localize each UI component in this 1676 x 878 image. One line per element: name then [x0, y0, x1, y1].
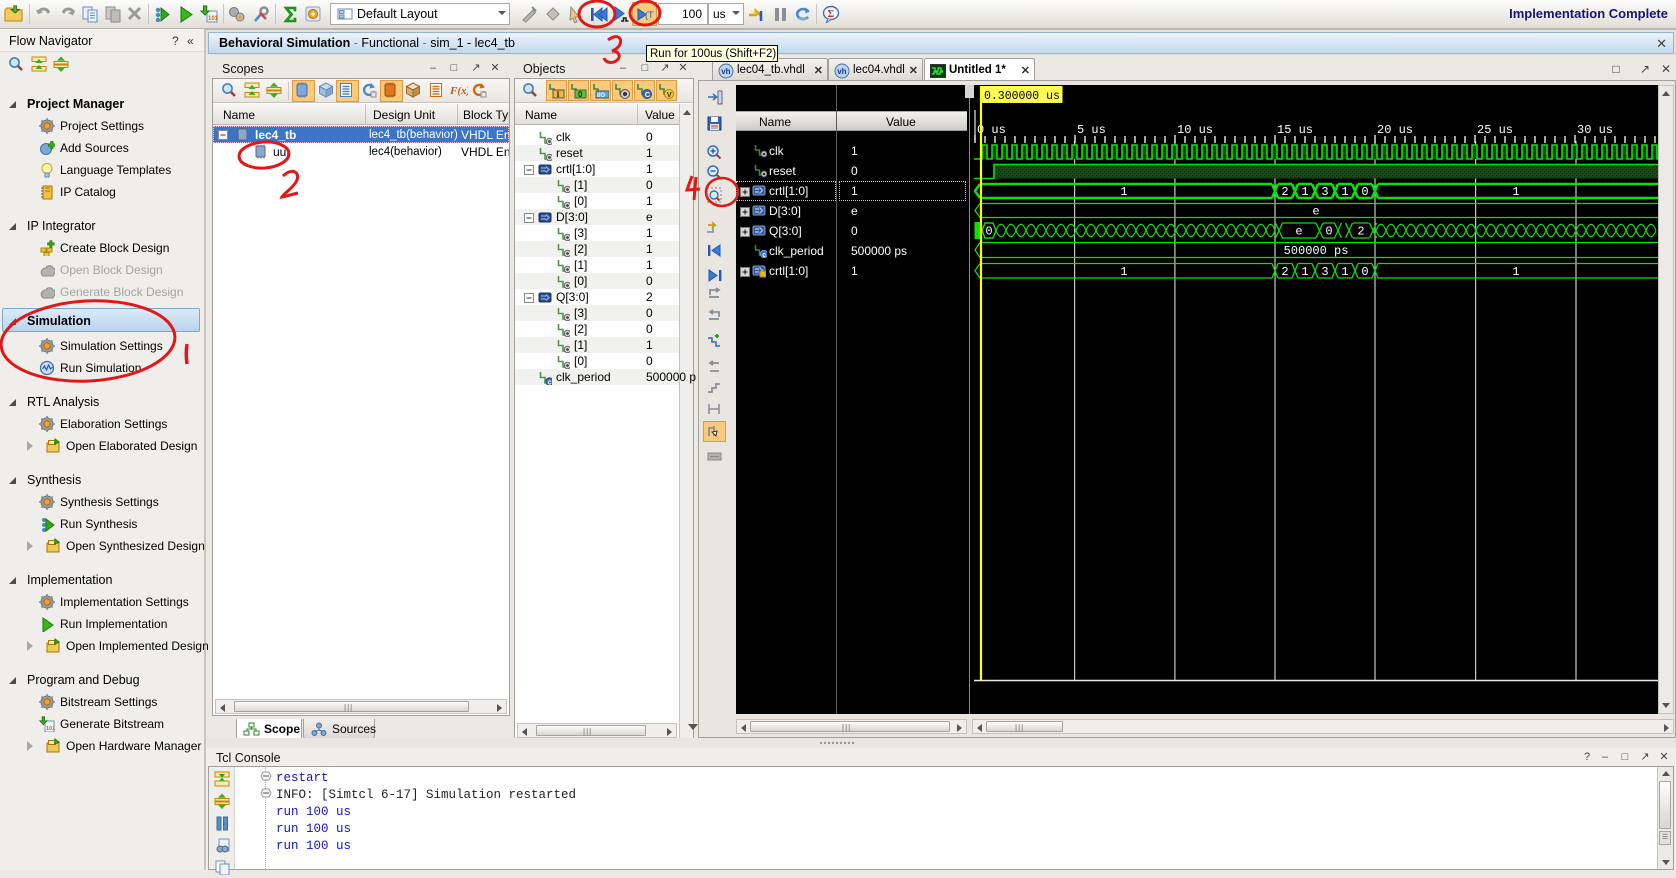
svg-text:e: e — [1295, 225, 1302, 239]
svg-text:C: C — [645, 90, 651, 99]
svg-text:V: V — [667, 90, 672, 99]
svg-text:0: 0 — [578, 90, 583, 99]
svg-text:101: 101 — [46, 726, 55, 732]
svg-text:30 us: 30 us — [1577, 123, 1613, 137]
svg-text:5 us: 5 us — [1077, 123, 1106, 137]
svg-text:15 us: 15 us — [1277, 123, 1313, 137]
svg-text:1: 1 — [1301, 265, 1308, 279]
svg-text:vh: vh — [721, 67, 730, 76]
svg-text:Σ: Σ — [828, 9, 835, 20]
svg-text:F(x): F(x) — [449, 85, 468, 97]
svg-text:c: c — [762, 252, 766, 258]
svg-text:101: 101 — [208, 16, 219, 22]
svg-text:1: 1 — [1301, 185, 1308, 199]
svg-text:1: 1 — [1120, 265, 1127, 279]
svg-text:500000 ps: 500000 ps — [1284, 244, 1349, 258]
svg-text:0: 0 — [1325, 225, 1332, 239]
svg-text:I: I — [557, 90, 560, 99]
svg-text:I/O: I/O — [597, 93, 605, 99]
svg-text:2: 2 — [1281, 185, 1288, 199]
svg-text:2: 2 — [1357, 225, 1364, 239]
svg-text:0.300000 us: 0.300000 us — [984, 90, 1060, 103]
svg-text:1: 1 — [1512, 265, 1519, 279]
svg-text:1: 1 — [1120, 185, 1127, 199]
svg-text:vh: vh — [837, 67, 846, 76]
svg-text:(T): (T) — [645, 10, 654, 20]
svg-text:20 us: 20 us — [1377, 123, 1413, 137]
svg-text:e: e — [1312, 205, 1319, 219]
svg-text:3: 3 — [1321, 265, 1328, 279]
svg-text:0: 0 — [985, 225, 992, 239]
svg-text:c: c — [548, 379, 552, 385]
svg-text:0: 0 — [1361, 185, 1368, 199]
svg-text:10 us: 10 us — [1177, 123, 1213, 137]
svg-text:1: 1 — [1341, 185, 1348, 199]
svg-text:25 us: 25 us — [1477, 123, 1513, 137]
svg-text:1: 1 — [1512, 185, 1519, 199]
svg-text:2: 2 — [1281, 265, 1288, 279]
svg-text:1: 1 — [1341, 265, 1348, 279]
svg-text:3: 3 — [1321, 185, 1328, 199]
svg-text:0: 0 — [1361, 265, 1368, 279]
